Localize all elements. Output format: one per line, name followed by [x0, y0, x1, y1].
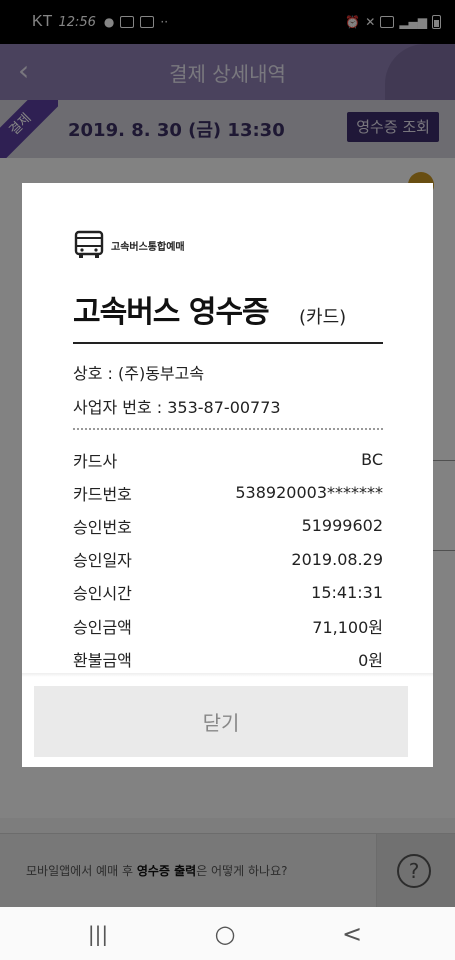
detail-value: 538920003******* — [235, 483, 383, 503]
detail-value: 15:41:31 — [311, 582, 383, 602]
home-icon[interactable]: ○ — [211, 921, 239, 947]
receipt-details: 카드사 BC 카드번호 538920003******* 승인번호 519996… — [73, 443, 383, 675]
recents-icon[interactable]: ||| — [84, 921, 112, 947]
detail-row-approval-number: 승인번호 51999602 — [73, 509, 383, 542]
title-divider — [73, 342, 383, 344]
detail-label: 승인시간 — [73, 584, 132, 604]
detail-row-approval-date: 승인일자 2019.08.29 — [73, 543, 383, 576]
close-button[interactable]: 닫기 — [34, 686, 408, 757]
detail-row-approval-amount: 승인금액 71,100원 — [73, 609, 383, 642]
bus-icon — [74, 230, 104, 258]
business-name: 상호 : (주)동부고속 — [73, 364, 205, 383]
receipt-title: 고속버스 영수증 — [73, 295, 270, 330]
detail-value: 51999602 — [301, 516, 383, 536]
detail-label: 승인금액 — [73, 617, 132, 637]
receipt-subtitle: (카드) — [299, 307, 347, 328]
brand-name: 고속버스통합예매 — [111, 241, 185, 253]
detail-value: 2019.08.29 — [291, 549, 383, 569]
nav-back-icon[interactable]: < — [338, 921, 366, 947]
detail-row-card-number: 카드번호 538920003******* — [73, 476, 383, 509]
detail-label: 승인번호 — [73, 517, 132, 537]
detail-row-approval-time: 승인시간 15:41:31 — [73, 576, 383, 609]
dotted-divider — [73, 428, 383, 430]
receipt-dialog: 고속버스통합예매 고속버스 영수증 (카드) 상호 : (주)동부고속 사업자 … — [22, 183, 433, 767]
detail-row-refund-amount: 환불금액 0원 — [73, 642, 383, 675]
detail-label: 환불금액 — [73, 650, 132, 670]
detail-value: 0원 — [358, 650, 383, 670]
detail-label: 카드번호 — [73, 484, 132, 504]
navigation-bar: ||| ○ < — [0, 907, 455, 960]
business-number: 사업자 번호 : 353-87-00773 — [73, 398, 281, 417]
scroll-edge — [22, 673, 433, 677]
detail-value: 71,100원 — [312, 617, 383, 637]
detail-value: BC — [361, 450, 383, 470]
detail-row-card-company: 카드사 BC — [73, 443, 383, 476]
detail-label: 승인일자 — [73, 551, 132, 571]
brand-logo: 고속버스통합예매 — [73, 229, 185, 261]
detail-label: 카드사 — [73, 451, 118, 471]
